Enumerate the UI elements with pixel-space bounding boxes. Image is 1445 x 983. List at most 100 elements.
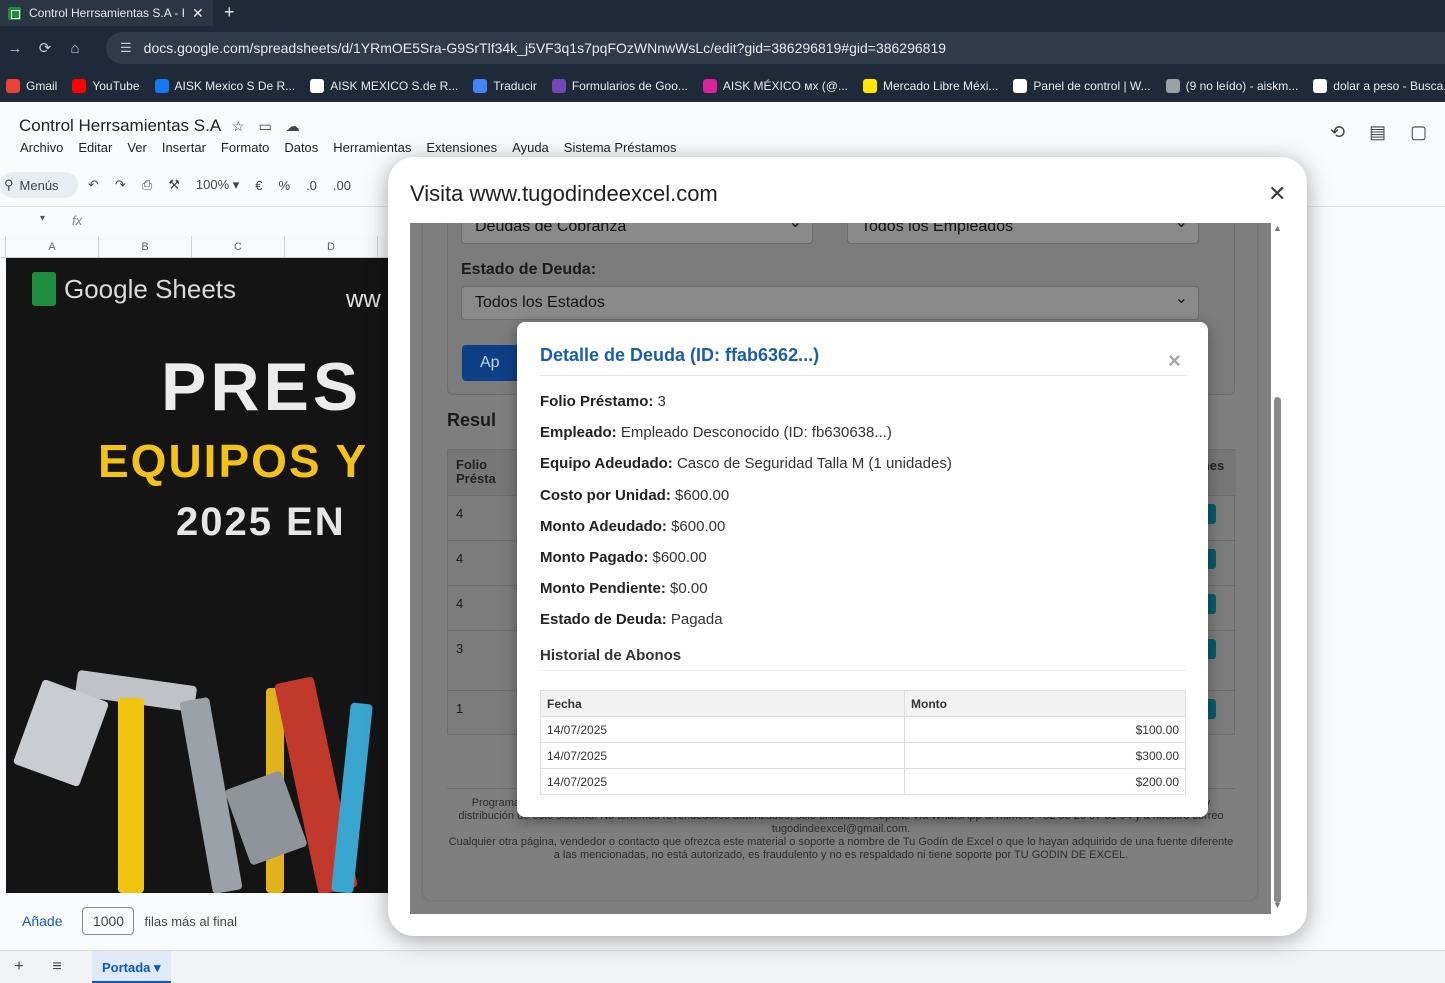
detail-field: Folio Préstamo: 3: [540, 393, 666, 410]
increase-decimal-button[interactable]: .00: [333, 178, 351, 193]
menus-search[interactable]: ⚲ Menús: [0, 172, 78, 198]
name-box-chevron-icon[interactable]: ▾: [40, 213, 45, 224]
history-rows: 14/07/2025 $100.00 14/07/2025 $300.00 14/07/…: [540, 716, 1186, 795]
google-sheets-logo: Google Sheets: [32, 272, 236, 306]
sheets-logo-icon: [32, 272, 56, 306]
move-folder-icon[interactable]: ▭: [259, 118, 286, 134]
banner-line1: PRES: [161, 349, 363, 425]
close-tab-icon[interactable]: ✕: [192, 5, 204, 22]
print-icon[interactable]: ⎙: [142, 177, 152, 193]
bookmark-item[interactable]: Formularios de Goo...: [551, 79, 688, 93]
field-label: Costo por Unidad:: [540, 486, 671, 504]
history-date: 14/07/2025: [540, 768, 905, 795]
scrollbar-thumb[interactable]: [1274, 397, 1281, 903]
meet-icon[interactable]: ▢: [1410, 122, 1445, 142]
fx-label: fx: [72, 213, 83, 228]
version-history-icon[interactable]: ⟲: [1330, 122, 1369, 142]
browser-address-bar: → ⟳ ⌂ ☰ docs.google.com/spreadsheets/d/1…: [0, 26, 1445, 70]
bookmark-favicon-icon: [72, 79, 87, 93]
bookmark-item[interactable]: dolar a peso - Busca...: [1313, 79, 1445, 93]
banner-website: ww: [346, 286, 381, 313]
row-folio: 4: [456, 551, 464, 566]
bookmark-item[interactable]: Panel de control | W...: [1013, 79, 1151, 93]
bookmark-item[interactable]: Traducir: [473, 79, 537, 93]
cloud-status-icon[interactable]: ☁: [286, 118, 314, 134]
web-dialog: Visita www.tugodindeexcel.com ✕ Deudas d…: [388, 157, 1307, 936]
comments-icon[interactable]: ▤: [1369, 122, 1410, 142]
detail-field: Equipo Adeudado: Casco de Seguridad Tall…: [540, 455, 952, 472]
field-label: Folio Préstamo:: [540, 393, 654, 410]
menu-item[interactable]: Archivo: [20, 140, 63, 155]
column-header[interactable]: A: [6, 236, 99, 257]
field-value: $0.00: [670, 580, 708, 598]
add-rows-button[interactable]: Añade: [22, 913, 62, 929]
history-amount: $300.00: [904, 742, 1186, 769]
menu-item[interactable]: Ver: [127, 140, 147, 155]
bookmark-label: dolar a peso - Busca...: [1333, 79, 1445, 93]
row-folio: 4: [456, 506, 464, 521]
bookmark-label: (9 no leído) - aiskm...: [1185, 79, 1299, 93]
rows-count-input[interactable]: 1000: [82, 907, 135, 935]
dialog-close-icon[interactable]: ✕: [1268, 181, 1286, 207]
bookmark-favicon-icon: [473, 79, 488, 93]
sheet-tab-portada[interactable]: Portada ▾: [92, 950, 171, 983]
bookmark-item[interactable]: AISK Mexico S De R...: [154, 79, 295, 93]
menu-item[interactable]: Ayuda: [512, 140, 549, 155]
bookmark-item[interactable]: (9 no leído) - aiskm...: [1165, 79, 1299, 93]
field-value: Empleado Desconocido (ID: fb630638...): [620, 424, 892, 442]
modal-close-icon[interactable]: ×: [1168, 348, 1181, 374]
all-sheets-icon[interactable]: ≡: [38, 958, 76, 976]
apply-filters-button[interactable]: Ap: [462, 345, 522, 381]
rows-suffix: filas más al final: [144, 913, 237, 929]
menu-item[interactable]: Formato: [221, 140, 269, 155]
scroll-up-icon[interactable]: ▲: [1273, 223, 1282, 233]
menu-item[interactable]: Extensiones: [426, 140, 497, 155]
add-sheet-icon[interactable]: +: [0, 958, 38, 976]
column-header[interactable]: D: [285, 236, 378, 257]
document-title[interactable]: Control Herrsamientas S.A: [19, 116, 221, 136]
bookmark-item[interactable]: Mercado Libre Méxi...: [863, 79, 998, 93]
detail-field: Empleado: Empleado Desconocido (ID: fb63…: [540, 424, 892, 441]
zoom-select[interactable]: 100% ▾: [196, 177, 239, 193]
menu-item[interactable]: Editar: [78, 140, 112, 155]
url-input[interactable]: ☰ docs.google.com/spreadsheets/d/1YRmOE5…: [106, 32, 1445, 64]
bookmark-label: Panel de control | W...: [1033, 79, 1151, 93]
search-icon: ⚲: [4, 177, 14, 192]
bookmark-item[interactable]: AISK MÉXICO мx (@...: [702, 79, 848, 93]
dialog-scrollbar[interactable]: ▲ ▼: [1271, 223, 1285, 914]
amount-column-header: Monto: [904, 690, 1186, 717]
scroll-down-icon[interactable]: ▼: [1273, 900, 1282, 910]
field-label: Empleado:: [540, 424, 617, 442]
bookmark-label: Mercado Libre Méxi...: [883, 79, 999, 93]
history-date: 14/07/2025: [540, 742, 905, 769]
percent-button[interactable]: %: [279, 178, 291, 193]
paint-format-icon[interactable]: ⚒: [168, 177, 180, 193]
status-select[interactable]: Todos los Estados: [461, 283, 1199, 320]
site-settings-icon[interactable]: ☰: [120, 40, 132, 56]
debt-type-select[interactable]: Deudas de Cobranza: [461, 223, 813, 244]
undo-icon[interactable]: ↶: [88, 177, 99, 193]
menu-item[interactable]: Insertar: [162, 140, 206, 155]
results-heading: Resul: [447, 410, 497, 430]
decrease-decimal-button[interactable]: .0: [306, 178, 317, 193]
redo-icon[interactable]: ↷: [115, 177, 126, 193]
star-icon[interactable]: ☆: [232, 118, 259, 134]
menu-item[interactable]: Herramientas: [333, 140, 411, 155]
new-tab-icon[interactable]: +: [224, 2, 235, 23]
reload-icon[interactable]: ⟳: [30, 39, 60, 57]
forward-icon[interactable]: →: [0, 40, 30, 57]
bookmark-favicon-icon: [6, 79, 20, 93]
menu-item[interactable]: Sistema Préstamos: [564, 140, 677, 155]
bookmark-item[interactable]: Gmail: [6, 79, 57, 93]
cover-banner: Google Sheets ww PRES EQUIPOS Y 2025 EN: [6, 258, 396, 893]
bookmark-item[interactable]: YouTube: [72, 79, 140, 93]
column-header[interactable]: C: [192, 236, 285, 257]
bookmark-item[interactable]: AISK MEXICO S.de R...: [310, 79, 458, 93]
column-header[interactable]: B: [99, 236, 192, 257]
browser-tab[interactable]: Control Herrsamientas S.A - Ho ✕: [0, 0, 213, 26]
home-icon[interactable]: ⌂: [60, 40, 90, 57]
employee-select[interactable]: Todos los Empleados: [847, 223, 1199, 244]
menu-item[interactable]: Datos: [284, 140, 318, 155]
detail-field: Monto Adeudado: $600.00: [540, 518, 725, 535]
currency-button[interactable]: €: [255, 178, 262, 193]
